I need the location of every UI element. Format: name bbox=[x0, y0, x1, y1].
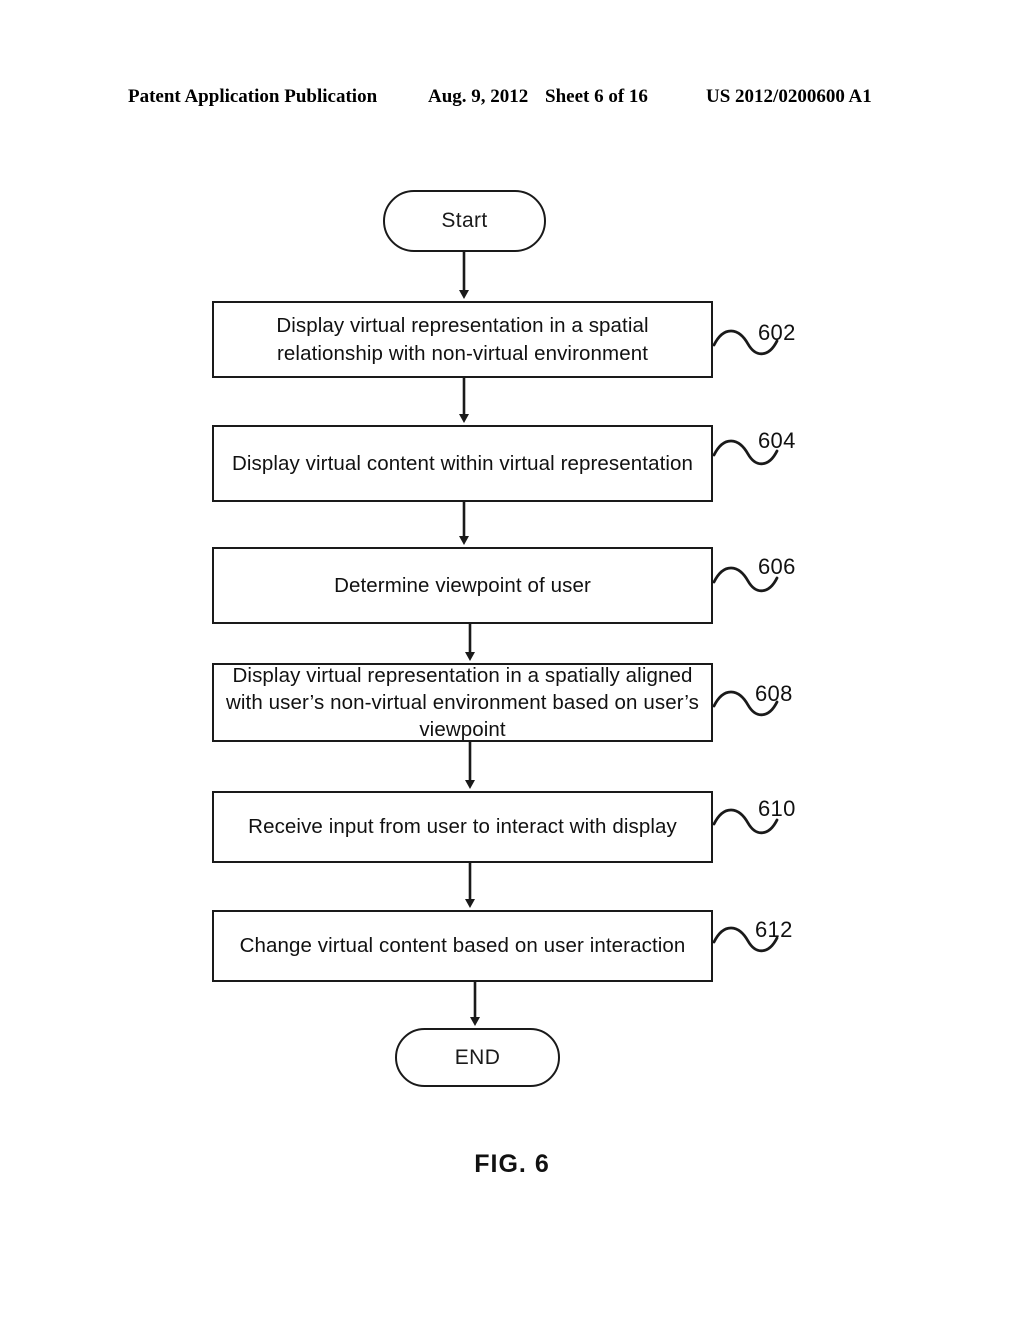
reference-numeral-612: 612 bbox=[755, 917, 793, 942]
reference-numeral-604: 604 bbox=[758, 428, 796, 453]
reference-numeral-602: 602 bbox=[758, 320, 796, 345]
flowchart-step-606: Determine viewpoint of user bbox=[212, 547, 713, 624]
flowchart-step-608: Display virtual representation in a spat… bbox=[212, 663, 713, 742]
reference-numeral-606: 606 bbox=[758, 554, 796, 579]
step-602-text: Display virtual representation in a spat… bbox=[276, 314, 649, 365]
step-604-text: Display virtual content within virtual r… bbox=[231, 451, 694, 475]
flowchart-step-612: Change virtual content based on user int… bbox=[212, 910, 713, 982]
end-node-label: END bbox=[454, 1045, 501, 1069]
flowchart-step-604: Display virtual content within virtual r… bbox=[212, 425, 713, 502]
start-node-label: Start bbox=[441, 209, 488, 232]
flowchart-node-start: Start bbox=[383, 190, 546, 252]
step-612-text: Change virtual content based on user int… bbox=[239, 934, 686, 958]
reference-numeral-610: 610 bbox=[758, 796, 796, 821]
flowchart-step-602: Display virtual representation in a spat… bbox=[212, 301, 713, 378]
step-610-text: Receive input from user to interact with… bbox=[248, 815, 677, 839]
reference-numeral-608: 608 bbox=[755, 681, 793, 706]
step-608-text: Display virtual representation in a spat… bbox=[225, 663, 700, 742]
flowchart-diagram: Start Display virtual representation in … bbox=[0, 0, 1024, 1320]
figure-caption: FIG. 6 bbox=[474, 1150, 550, 1178]
flowchart-node-end: END bbox=[395, 1028, 560, 1087]
step-606-text: Determine viewpoint of user bbox=[334, 573, 591, 597]
flowchart-step-610: Receive input from user to interact with… bbox=[212, 791, 713, 863]
